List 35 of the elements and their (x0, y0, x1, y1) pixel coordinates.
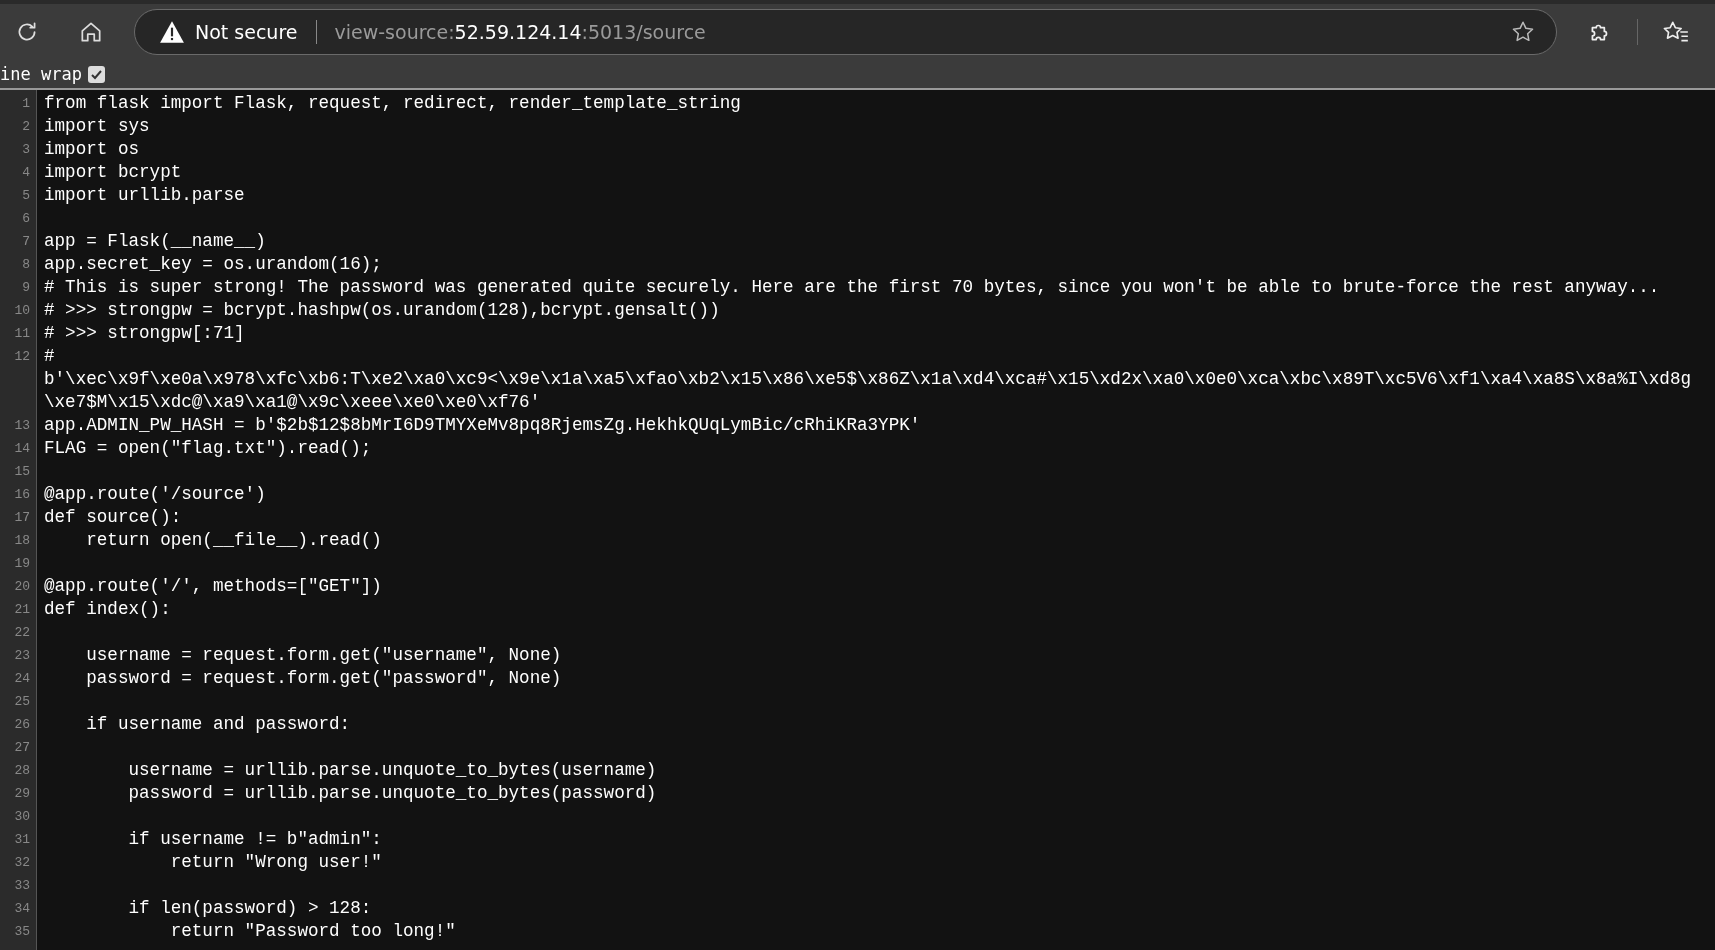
code-line: # >>> strongpw[:71] (44, 323, 245, 343)
address-bar[interactable]: Not secure view-source:52.59.124.14:5013/source (134, 9, 1557, 55)
code-line: # (44, 346, 55, 366)
url-text: view-source:52.59.124.14:5013/source (334, 21, 707, 43)
line-wrap-checkbox[interactable] (87, 65, 105, 83)
code-line: app.ADMIN_PW_HASH = b'$2b$12$8bMrI6D9TMYXeMv8pq8RjemsZg.HekhkQUqLymBic/cRhiKRa3YPK' (44, 415, 921, 435)
code-line: # This is super strong! The password was generated quite securely. Here are the first 70 bytes, since you won't be able to brute-force the rest anyway... (44, 277, 1660, 297)
code-line: def source(): (44, 507, 182, 527)
code-line: b'\xec\x9f\xe0a\x978\xfc\xb6:T\xe2\xa0\xc9<\x9e\x1a\xa5\xfao\xb2\x15\x86\xe5$\x86Z\x1a\xd4\xca#\x15\xd2x\xa0\x0e0\xca\xbc\x89T\xc5V6\xf1\xa4\xa8S\x8a%I\xd8g (44, 369, 1692, 389)
security-label: Not secure (195, 21, 298, 43)
code-line: import sys (44, 116, 150, 136)
code-line: import bcrypt (44, 162, 182, 182)
code-line: username = request.form.get("username", None) (85, 645, 562, 665)
code-line: username = urllib.parse.unquote_to_bytes(username) (127, 760, 657, 780)
code-line: password = urllib.parse.unquote_to_bytes(password) (127, 783, 657, 803)
code-line: from flask import Flask, request, redirect, render_template_string (44, 93, 741, 113)
code-line: FLAG = open("flag.txt").read(); (44, 438, 372, 458)
code-line: @app.route('/source') (44, 484, 266, 504)
code-line: if len(password) > 128: (127, 898, 372, 918)
code-line: return "Wrong user!" (169, 852, 382, 872)
warning-icon (159, 20, 185, 44)
code-line: import os (44, 139, 140, 159)
code-line: @app.route('/', methods=["GET"]) (44, 576, 382, 596)
line-wrap-label: ine wrap (0, 64, 82, 84)
code-line: app.secret_key = os.urandom(16); (44, 254, 382, 274)
code-line: return open(__file__).read() (85, 530, 382, 550)
code-line: if username and password: (85, 714, 351, 734)
code-line: def index(): (44, 599, 171, 619)
code-line: password = request.form.get("password", None) (85, 668, 562, 688)
code-line: import urllib.parse (44, 185, 245, 205)
code-line: if username != b"admin": (127, 829, 382, 849)
code-line: \xe7$M\x15\xdc@\xa9\xa1@\x9c\xeee\xe0\xe0\xf76' (44, 392, 541, 412)
code-line: app = Flask(__name__) (44, 231, 266, 251)
code-line: return "Password too long!" (169, 921, 456, 941)
code-line: # >>> strongpw = bcrypt.hashpw(os.urandom(128),bcrypt.gensalt()) (44, 300, 720, 320)
